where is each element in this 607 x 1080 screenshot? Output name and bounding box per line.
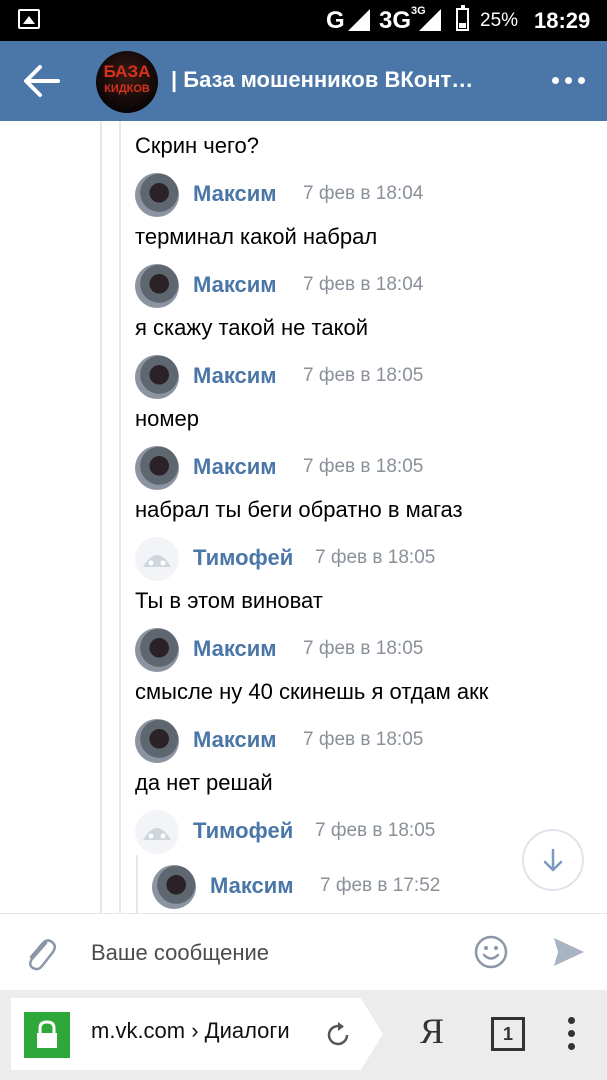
chat-title[interactable]: | База мошенников ВКонт… (171, 67, 473, 93)
default-avatar-icon (143, 828, 171, 840)
default-avatar-icon (143, 555, 171, 567)
author-name[interactable]: Максим (193, 363, 277, 389)
author-name[interactable]: Максим (193, 636, 277, 662)
message-text: смысле ну 40 скинешь я отдам акк (135, 679, 489, 704)
scroll-down-button[interactable] (522, 829, 584, 891)
avatar[interactable] (135, 628, 179, 672)
author-name[interactable]: Максим (193, 272, 277, 298)
avatar[interactable] (135, 810, 179, 854)
message-text: набрал ты беги обратно в магаз (135, 497, 463, 522)
author-name[interactable]: Тимофей (193, 818, 293, 844)
message-text: Ты в этом виноват (135, 588, 323, 613)
signal-icon-2 (419, 9, 441, 31)
message-date: 7 фев в 18:05 (315, 820, 436, 841)
reload-icon[interactable] (323, 1020, 353, 1050)
author-name[interactable]: Максим (193, 454, 277, 480)
thread-line (100, 121, 102, 913)
message-text: я скажу такой не такой (135, 315, 368, 340)
address-bar[interactable]: m.vk.com › Диалоги (11, 998, 383, 1070)
status-bar: G 3G 3G 25% 18:29 (0, 0, 607, 41)
menu-icon[interactable] (568, 1017, 576, 1051)
gallery-notification-icon (18, 9, 40, 29)
avatar[interactable] (135, 446, 179, 490)
message-text: Скрин чего? (135, 133, 260, 158)
more-icon[interactable] (552, 77, 586, 85)
message-input[interactable]: Ваше сообщение (91, 940, 269, 966)
message-text: номер (135, 406, 199, 431)
avatar[interactable] (135, 264, 179, 308)
url-text[interactable]: m.vk.com › Диалоги (91, 1018, 307, 1044)
message-date: 7 фев в 18:05 (303, 365, 424, 386)
lock-icon (24, 1012, 70, 1058)
clock: 18:29 (534, 8, 591, 33)
message-date: 7 фев в 18:04 (303, 183, 424, 204)
message-composer: Ваше сообщение (0, 913, 607, 991)
avatar[interactable] (135, 719, 179, 763)
scroll-down-icon (543, 848, 563, 872)
avatar-text-2: КИДКОВ (104, 83, 150, 95)
network-label-3g: 3G (379, 7, 412, 34)
yandex-button[interactable]: Я (420, 1010, 444, 1052)
message-date: 7 фев в 18:05 (303, 729, 424, 750)
network-label-g: G (326, 7, 345, 34)
avatar[interactable] (135, 355, 179, 399)
thread-line-inner (119, 121, 121, 913)
chat-avatar[interactable]: БАЗА КИДКОВ (96, 51, 158, 113)
smile-icon[interactable] (473, 934, 509, 970)
app-bar: БАЗА КИДКОВ | База мошенников ВКонт… (0, 41, 607, 121)
author-name[interactable]: Максим (210, 873, 294, 899)
message-text: терминал какой набрал (135, 224, 378, 249)
message-date: 7 фев в 17:52 (320, 875, 441, 896)
back-arrow-icon[interactable] (22, 63, 62, 99)
message-date: 7 фев в 18:05 (315, 547, 436, 568)
avatar[interactable] (135, 173, 179, 217)
message-date: 7 фев в 18:04 (303, 274, 424, 295)
message-list[interactable]: Скрин чего? Максим 7 фев в 18:04 термина… (0, 121, 607, 913)
nested-thread-line (136, 855, 138, 913)
battery-icon (456, 5, 469, 31)
avatar[interactable] (135, 537, 179, 581)
message-text: да нет решай (135, 770, 273, 795)
signal-icon (348, 9, 370, 31)
author-name[interactable]: Тимофей (193, 545, 293, 571)
author-name[interactable]: Максим (193, 727, 277, 753)
paperclip-icon[interactable] (22, 933, 58, 973)
browser-toolbar: m.vk.com › Диалоги Я 1 (0, 990, 607, 1080)
message-date: 7 фев в 18:05 (303, 456, 424, 477)
message-date: 7 фев в 18:05 (303, 638, 424, 659)
author-name[interactable]: Максим (193, 181, 277, 207)
battery-percent: 25% (480, 10, 519, 31)
avatar[interactable] (152, 865, 196, 909)
tabs-icon[interactable]: 1 (491, 1017, 525, 1051)
avatar-text-1: БАЗА (103, 62, 151, 81)
send-icon[interactable] (552, 936, 586, 968)
